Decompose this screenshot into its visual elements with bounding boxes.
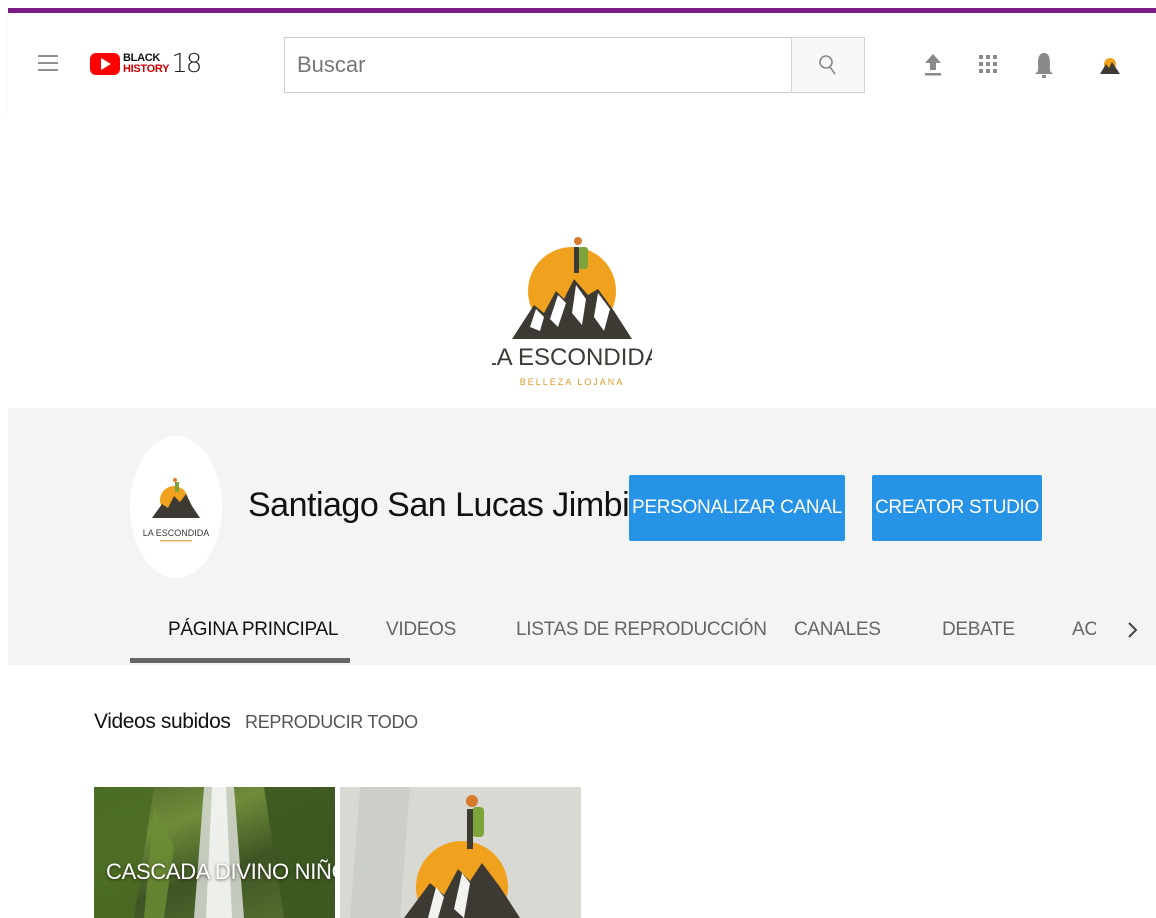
notifications-icon[interactable] [1029,49,1059,81]
logo-year: 18 [171,49,202,79]
video-thumbnail[interactable]: CASCADA DIVINO NIÑO [94,787,335,918]
customize-channel-button[interactable]: PERSONALIZAR CANAL [629,475,845,541]
channel-tabs: PÁGINA PRINCIPAL VIDEOS LISTAS DE REPROD… [8,594,1156,665]
logo-line-2: HISTORY [123,63,170,75]
tab-home[interactable]: PÁGINA PRINCIPAL [168,594,338,665]
active-tab-indicator [130,658,350,663]
avatar-brand-name: LA ESCONDIDA [143,528,210,538]
masthead: BLACK HISTORY 18 [8,13,1156,117]
tab-discussion[interactable]: DEBATE [942,594,1015,665]
channel-banner: LA ESCONDIDA BELLEZA LOJANA [8,117,1156,408]
channel-avatar[interactable]: LA ESCONDIDA [130,436,222,578]
banner-tagline: BELLEZA LOJANA [520,377,625,387]
account-avatar[interactable] [1095,49,1125,81]
channel-avatar-logo: LA ESCONDIDA [143,478,210,542]
tab-videos[interactable]: VIDEOS [386,594,456,665]
creator-studio-button[interactable]: CREATOR STUDIO [872,475,1042,541]
la-escondida-thumbnail-logo [340,787,581,918]
search-icon [819,55,836,75]
play-all-button[interactable]: REPRODUCIR TODO [245,712,418,733]
la-escondida-logo: LA ESCONDIDA BELLEZA LOJANA [492,237,652,387]
search-input[interactable] [285,38,792,92]
youtube-play-icon [90,53,120,75]
channel-name: Santiago San Lucas Jimbilla [248,486,662,524]
menu-icon[interactable] [38,55,58,71]
waterfall-image [94,787,335,918]
video-caption: CASCADA DIVINO NIÑO [106,859,335,884]
banner-brand-name: LA ESCONDIDA [492,344,652,371]
video-thumbnail[interactable] [340,787,581,918]
uploads-title: Videos subidos [94,710,231,733]
youtube-logo[interactable]: BLACK HISTORY 18 [90,47,202,81]
chevron-right-icon[interactable] [1122,618,1142,642]
tab-channels[interactable]: CANALES [794,594,881,665]
search-box [284,37,792,93]
upload-icon[interactable] [918,49,948,81]
apps-icon[interactable] [973,49,1003,81]
search-button[interactable] [791,37,865,93]
tab-playlists[interactable]: LISTAS DE REPRODUCCIÓN [516,594,767,665]
channel-header: LA ESCONDIDA Santiago San Lucas Jimbilla… [8,408,1156,665]
tab-about[interactable]: ACERCA DE [1072,594,1096,665]
